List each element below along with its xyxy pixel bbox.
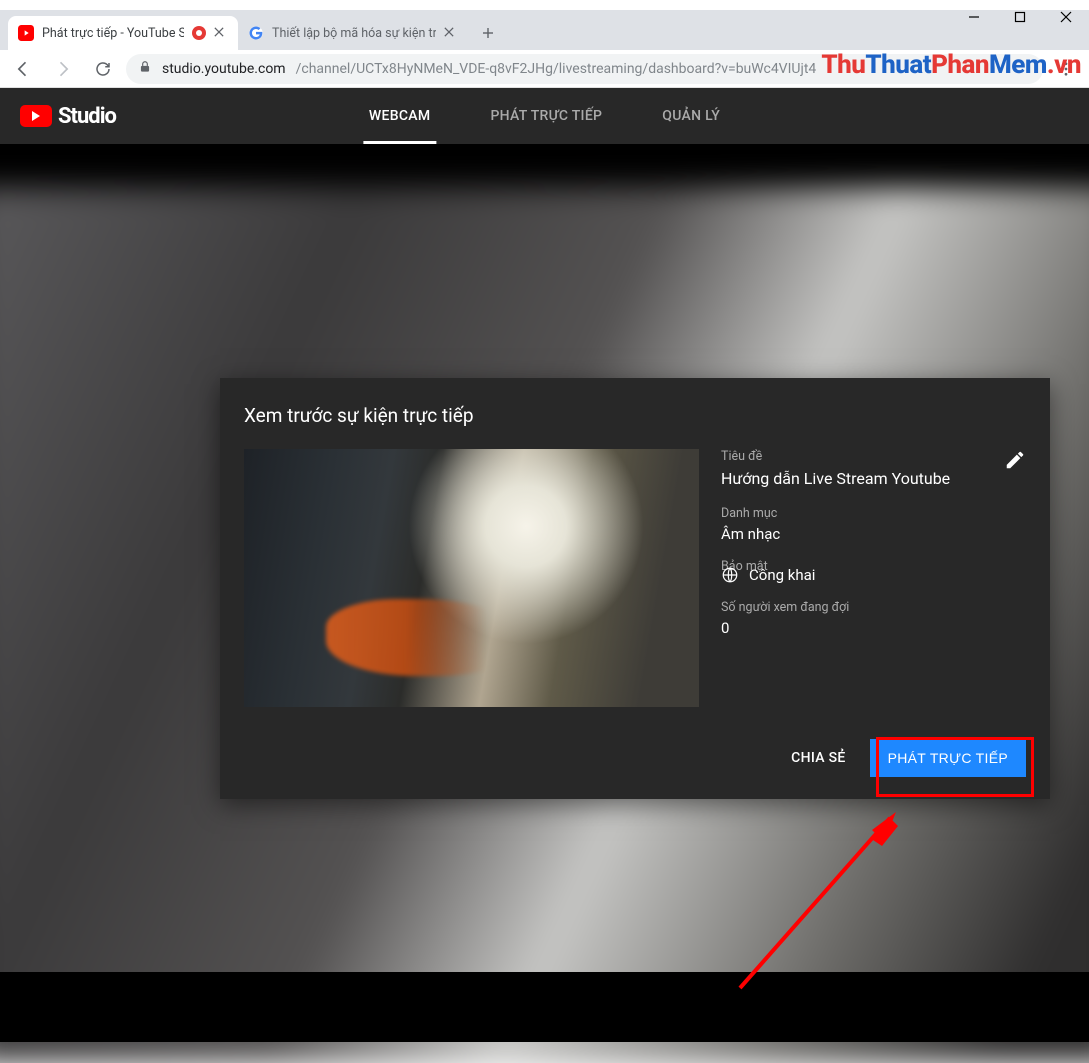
tab-title: Phát trực tiếp - YouTube Stu [42, 26, 184, 41]
globe-icon [721, 566, 739, 584]
title-value: Hướng dẫn Live Stream Youtube [721, 468, 1026, 490]
nav-reload-button[interactable] [86, 54, 120, 84]
tab-close-icon[interactable] [444, 26, 458, 40]
nav-webcam-tab[interactable]: WEBCAM [369, 88, 431, 144]
recording-indicator-icon [192, 26, 206, 40]
lock-icon [138, 60, 152, 78]
tab-title: Thiết lập bộ mã hóa sự kiện trực [272, 26, 436, 41]
studio-logo[interactable]: Studio [20, 104, 116, 129]
webcam-preview [244, 449, 699, 707]
studio-brand: Studio [58, 104, 116, 129]
nav-manage-tab[interactable]: QUẢN LÝ [662, 88, 720, 144]
youtube-studio-app: Studio WEBCAM PHÁT TRỰC TIẾP QUẢN LÝ Xem… [0, 88, 1089, 1042]
edit-icon[interactable] [1004, 449, 1026, 475]
privacy-value: Công khai [749, 566, 815, 584]
new-tab-button[interactable] [474, 19, 502, 47]
category-label: Danh mục [721, 506, 1026, 521]
url-host: studio.youtube.com [162, 61, 286, 77]
category-value: Âm nhạc [721, 525, 1026, 543]
studio-nav: WEBCAM PHÁT TRỰC TIẾP QUẢN LÝ [369, 88, 720, 144]
window-controls [951, 0, 1089, 34]
share-button[interactable]: CHIA SẺ [791, 750, 845, 766]
modal-title: Xem trước sự kiện trực tiếp [244, 404, 1026, 427]
preview-event-modal: Xem trước sự kiện trực tiếp Tiêu đề Hướn… [220, 378, 1050, 799]
window-close-button[interactable] [1043, 0, 1089, 34]
waiting-value: 0 [721, 619, 1026, 637]
annotation-arrow-icon [720, 788, 940, 1008]
youtube-icon [18, 25, 34, 41]
waiting-label: Số người xem đang đợi [721, 600, 1026, 615]
window-minimize-button[interactable] [951, 0, 997, 34]
url-path: /channel/UCTx8HyNMeN_VDE-q8vF2JHg/livest… [296, 61, 817, 77]
browser-tabstrip: Phát trực tiếp - YouTube Stu Thiết lập b… [0, 10, 1089, 50]
title-label: Tiêu đề [721, 449, 1026, 464]
nav-live-tab[interactable]: PHÁT TRỰC TIẾP [490, 88, 602, 144]
youtube-play-icon [20, 105, 52, 127]
window-maximize-button[interactable] [997, 0, 1043, 34]
browser-tab-active[interactable]: Phát trực tiếp - YouTube Stu [8, 16, 238, 50]
watermark: ThuThuatPhanMem.vn [821, 50, 1081, 80]
nav-back-button[interactable] [6, 54, 40, 84]
tab-close-icon[interactable] [214, 26, 228, 40]
google-icon [248, 25, 264, 41]
studio-header: Studio WEBCAM PHÁT TRỰC TIẾP QUẢN LÝ [0, 88, 1089, 144]
nav-forward-button[interactable] [46, 54, 80, 84]
browser-tab[interactable]: Thiết lập bộ mã hóa sự kiện trực [238, 16, 468, 50]
